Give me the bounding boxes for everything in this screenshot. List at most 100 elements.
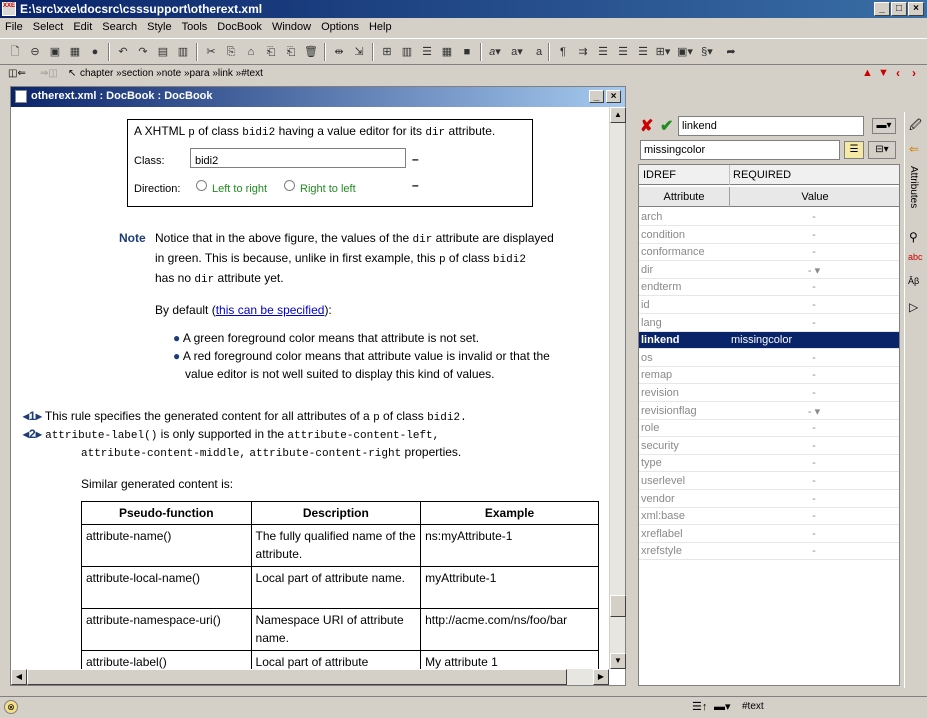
paste-after-icon[interactable]: ⎗ <box>282 43 300 61</box>
cells-icon[interactable]: ▦ <box>438 43 456 61</box>
binoculars-icon[interactable]: ⚲ <box>909 230 918 244</box>
copy-icon[interactable]: ⎘ <box>222 43 240 61</box>
cut-icon[interactable]: ✂ <box>202 43 220 61</box>
attribute-row[interactable]: dir - ▾ <box>639 262 899 279</box>
hscroll-thumb[interactable] <box>27 669 567 685</box>
align-icon[interactable]: ☰↑ <box>692 700 707 713</box>
attribute-row[interactable]: security - <box>639 438 899 455</box>
plain-text-icon[interactable]: a <box>530 43 548 61</box>
class-input[interactable]: bidi2 <box>190 148 406 168</box>
menu-select[interactable]: Select <box>28 18 69 33</box>
attribute-row[interactable]: lang - <box>639 315 899 332</box>
value-options-icon[interactable]: ⊟▾ <box>868 141 896 159</box>
doc-close-icon[interactable]: × <box>606 90 621 103</box>
value-list-icon[interactable]: ☰ <box>844 141 864 159</box>
select-parent-icon[interactable]: ↖ <box>68 68 76 79</box>
status-indicator-icon[interactable]: ⊗ <box>4 700 18 714</box>
apply-icon[interactable]: ✔ <box>660 116 673 136</box>
horizontal-scrollbar[interactable]: ◀ ▶ <box>11 669 609 685</box>
menu-docbook[interactable]: DocBook <box>212 18 267 33</box>
link-style-icon[interactable]: a▾ <box>508 43 526 61</box>
table-delete-icon[interactable]: ■ <box>458 43 476 61</box>
section-menu-icon[interactable]: §▾ <box>698 43 716 61</box>
split-icon[interactable]: ⇹ <box>330 43 348 61</box>
attribute-row[interactable]: xml:base - <box>639 508 899 526</box>
attribute-value-field[interactable]: missingcolor <box>640 140 840 160</box>
attribute-row[interactable]: userlevel - <box>639 473 899 490</box>
table-menu-icon[interactable]: ⊞▾ <box>654 43 672 61</box>
columns-icon[interactable]: ▥ <box>398 43 416 61</box>
next-node-icon[interactable]: ▼ <box>878 67 889 79</box>
minimize-icon[interactable]: _ <box>874 2 890 16</box>
new-document-icon[interactable]: 🗋 <box>6 43 24 61</box>
scroll-left-icon[interactable]: ◀ <box>11 669 27 685</box>
menu-file[interactable]: File <box>0 18 28 33</box>
doc-minimize-icon[interactable]: _ <box>589 90 604 103</box>
attribute-row[interactable]: os - <box>639 350 899 367</box>
scroll-thumb[interactable] <box>610 595 626 617</box>
ltr-radio[interactable] <box>196 180 207 191</box>
rows-icon[interactable]: ☰ <box>418 43 436 61</box>
attribute-row[interactable]: condition - <box>639 227 899 244</box>
scroll-down-icon[interactable]: ▼ <box>610 653 626 669</box>
scroll-right-icon[interactable]: ▶ <box>593 669 609 685</box>
rtl-radio[interactable] <box>284 180 295 191</box>
attribute-row[interactable]: remap - <box>639 367 899 385</box>
node-menu-icon[interactable]: ▬▾ <box>714 700 731 713</box>
breadcrumb[interactable]: chapter »section »note »para »link »#tex… <box>80 68 263 79</box>
paste-before-icon[interactable]: ⌂ <box>242 43 260 61</box>
arrow-icon[interactable]: ➦ <box>722 43 740 61</box>
vertical-scrollbar[interactable]: ▲ ▼ <box>609 107 626 669</box>
maximize-icon[interactable]: □ <box>891 2 907 16</box>
prev-sibling-icon[interactable]: ‹ <box>896 66 900 80</box>
attributes-tab[interactable]: Attributes <box>908 166 919 208</box>
undo-icon[interactable]: ↶ <box>114 43 132 61</box>
attribute-row[interactable]: revision - <box>639 385 899 402</box>
scroll-up-icon[interactable]: ▲ <box>610 107 626 123</box>
insert-icon[interactable]: ▷ <box>909 300 918 314</box>
attribute-row[interactable]: arch - <box>639 209 899 226</box>
menu-search[interactable]: Search <box>97 18 142 33</box>
save-all-icon[interactable]: ▦ <box>66 43 84 61</box>
document-content[interactable]: A XHTML p of class bidi2 having a value … <box>11 107 609 669</box>
attribute-row[interactable]: id - <box>639 297 899 314</box>
open-icon[interactable]: ⊖ <box>26 43 44 61</box>
next-sibling-icon[interactable]: › <box>912 66 916 80</box>
cancel-icon[interactable]: ✘ <box>640 116 653 136</box>
attribute-row[interactable]: revisionflag - ▾ <box>639 403 899 420</box>
menu-help[interactable]: Help <box>364 18 397 33</box>
menu-options[interactable]: Options <box>316 18 364 33</box>
attribute-row[interactable]: xrefstyle - <box>639 543 899 561</box>
variable-list-icon[interactable]: ☰ <box>634 43 652 61</box>
attribute-row[interactable]: role - <box>639 420 899 438</box>
join-icon[interactable]: ⇲ <box>350 43 368 61</box>
paste-icon[interactable]: ⎗ <box>262 43 280 61</box>
forward-icon[interactable]: ⇒◫ <box>40 68 58 79</box>
save-icon[interactable]: ▣ <box>46 43 64 61</box>
table-insert-icon[interactable]: ⊞ <box>378 43 396 61</box>
emphasis-icon[interactable]: a▾ <box>486 43 504 61</box>
find-icon[interactable]: ▤ <box>154 43 172 61</box>
menu-edit[interactable]: Edit <box>68 18 97 33</box>
specify-link[interactable]: this can be specified <box>216 303 325 317</box>
menu-window[interactable]: Window <box>267 18 316 33</box>
attribute-row[interactable]: xreflabel - <box>639 526 899 543</box>
close-icon[interactable]: × <box>908 2 924 16</box>
indent-icon[interactable]: ⇉ <box>574 43 592 61</box>
back-arrow-icon[interactable]: ⇐ <box>909 142 919 156</box>
previous-node-icon[interactable]: ▲ <box>862 67 873 79</box>
validate-icon[interactable]: ● <box>86 43 104 61</box>
spell-check-icon[interactable]: abc <box>908 252 923 262</box>
back-icon[interactable]: ◫⇐ <box>8 68 26 79</box>
attribute-row[interactable]: endterm - <box>639 279 899 297</box>
bullet-list-icon[interactable]: ☰ <box>594 43 612 61</box>
menu-tools[interactable]: Tools <box>177 18 213 33</box>
menu-style[interactable]: Style <box>142 18 176 33</box>
image-menu-icon[interactable]: ▣▾ <box>676 43 694 61</box>
attribute-row[interactable]: type - <box>639 455 899 473</box>
redo-icon[interactable]: ↷ <box>134 43 152 61</box>
replace-icon[interactable]: ▥ <box>174 43 192 61</box>
ordered-list-icon[interactable]: ☰ <box>614 43 632 61</box>
attribute-row[interactable]: conformance - <box>639 244 899 262</box>
attribute-name-field[interactable]: linkend <box>678 116 864 136</box>
